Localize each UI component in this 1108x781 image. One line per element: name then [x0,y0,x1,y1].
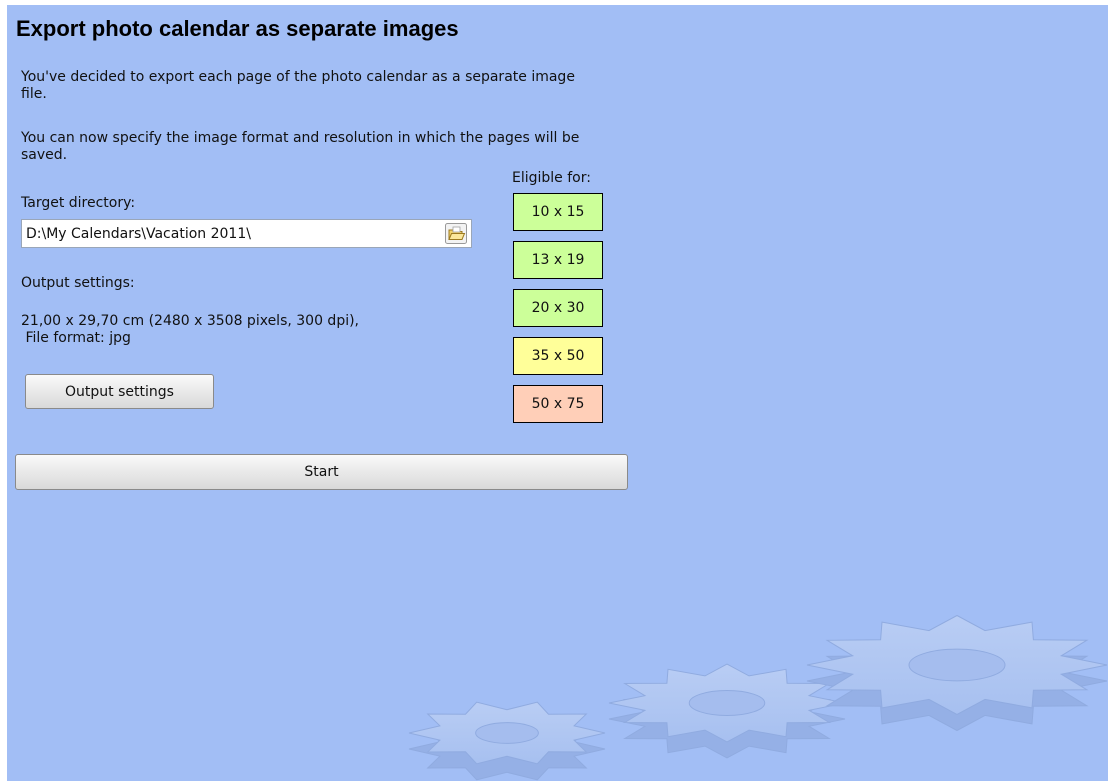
output-settings-details-line-1: 21,00 x 29,70 cm (2480 x 3508 pixels, 30… [21,313,360,329]
start-button[interactable]: Start [15,454,628,490]
export-panel: Export photo calendar as separate images… [7,5,1108,781]
gear-3-hub [908,648,1006,682]
gears-icon [408,614,1108,781]
size-badge-20x30: 20 x 30 [513,289,603,327]
target-directory-field [21,219,472,248]
intro-text-1: You've decided to export each page of th… [21,69,575,102]
output-settings-button[interactable]: Output settings [25,374,214,409]
eligible-for-label: Eligible for: [512,170,591,186]
browse-folder-button[interactable] [444,222,468,245]
gear-1-hub [475,722,539,744]
gear-2-hub [688,690,766,716]
size-badge-50x75: 50 x 75 [513,385,603,423]
page-title: Export photo calendar as separate images [16,16,459,41]
target-directory-label: Target directory: [21,195,136,211]
size-badge-10x15: 10 x 15 [513,193,603,231]
output-settings-label: Output settings: [21,275,135,291]
open-folder-icon [445,223,467,244]
size-badge-13x19: 13 x 19 [513,241,603,279]
size-badge-35x50: 35 x 50 [513,337,603,375]
target-directory-input[interactable] [26,225,426,243]
output-settings-details-line-2: File format: jpg [21,330,131,346]
intro-text-2: You can now specify the image format and… [21,130,580,163]
